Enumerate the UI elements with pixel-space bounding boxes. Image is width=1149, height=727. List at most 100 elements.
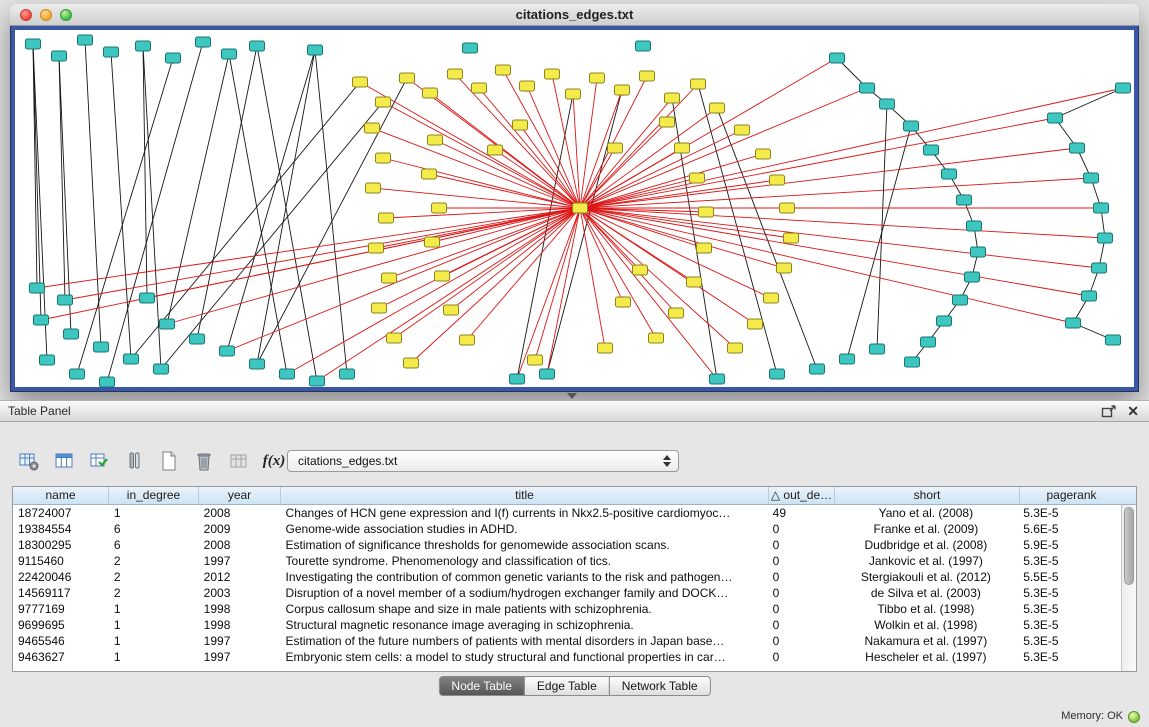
graph-node[interactable] [616,297,631,307]
graph-edge[interactable] [580,178,1091,208]
table-row[interactable]: 1830029562008Estimation of significance … [13,537,1121,553]
column-header-pagerank[interactable]: pagerank [1020,487,1123,504]
graph-node[interactable] [967,221,982,231]
float-panel-icon[interactable] [1101,404,1117,419]
graph-edge[interactable] [257,46,317,381]
graph-node[interactable] [1094,203,1109,213]
graph-node[interactable] [310,376,325,386]
graph-edge[interactable] [85,40,101,347]
graph-node[interactable] [280,369,295,379]
graph-node[interactable] [376,153,391,163]
graph-node[interactable] [432,203,447,213]
graph-node[interactable] [444,305,459,315]
graph-node[interactable] [924,145,939,155]
graph-node[interactable] [1106,335,1121,345]
graph-node[interactable] [665,93,680,103]
graph-node[interactable] [687,277,702,287]
graph-node[interactable] [756,149,771,159]
graph-node[interactable] [423,88,438,98]
table-row[interactable]: 1938455462009Genome-wide association stu… [13,521,1121,537]
graph-node[interactable] [64,329,79,339]
graph-node[interactable] [26,39,41,49]
column-header-indegree[interactable]: in_degree [109,487,199,504]
graph-edge[interactable] [161,102,383,369]
graph-node[interactable] [448,69,463,79]
function-builder-icon[interactable]: f(x) [261,448,287,474]
graph-edge[interactable] [517,208,580,379]
graph-edge[interactable] [372,128,580,208]
delete-table-icon[interactable] [226,448,252,474]
graph-node[interactable] [365,123,380,133]
graph-node[interactable] [770,369,785,379]
graph-node[interactable] [735,125,750,135]
graph-node[interactable] [870,344,885,354]
graph-node[interactable] [649,333,664,343]
graph-edge[interactable] [451,208,580,310]
graph-node[interactable] [860,83,875,93]
graph-edge[interactable] [229,54,287,374]
graph-edge[interactable] [65,208,580,300]
memory-status-indicator[interactable] [1128,711,1140,723]
graph-edge[interactable] [227,50,315,351]
table-row[interactable]: 977716911998Corpus callosum shape and si… [13,601,1121,617]
graph-node[interactable] [957,195,972,205]
graph-node[interactable] [710,374,725,384]
delete-column-icon[interactable] [191,448,217,474]
graph-node[interactable] [308,45,323,55]
graph-node[interactable] [520,81,535,91]
panel-splitter-handle[interactable] [567,393,577,399]
graph-node[interactable] [140,293,155,303]
graph-node[interactable] [675,143,690,153]
graph-node[interactable] [160,319,175,329]
graph-node[interactable] [496,65,511,75]
graph-node[interactable] [1092,263,1107,273]
graph-node[interactable] [660,117,675,127]
graph-node[interactable] [540,369,555,379]
graph-edge[interactable] [547,208,580,374]
import-table-icon[interactable] [86,448,112,474]
graph-node[interactable] [34,315,49,325]
graph-node[interactable] [615,85,630,95]
graph-edge[interactable] [435,140,580,208]
graph-node[interactable] [748,319,763,329]
graph-node[interactable] [780,203,795,213]
table-selector-dropdown[interactable]: citations_edges.txt [287,450,679,472]
graph-edge[interactable] [517,94,573,379]
graph-edge[interactable] [33,44,47,360]
graph-node[interactable] [382,273,397,283]
graph-edge[interactable] [389,208,580,278]
graph-node[interactable] [472,83,487,93]
graph-edge[interactable] [287,208,580,374]
graph-edge[interactable] [535,208,580,360]
column-header-name[interactable]: name [13,487,109,504]
graph-node[interactable] [425,237,440,247]
graph-node[interactable] [699,207,714,217]
graph-node[interactable] [691,79,706,89]
scrollbar-thumb[interactable] [1124,507,1134,585]
graph-canvas[interactable] [15,30,1134,387]
table-panel-header[interactable]: Table Panel ✕ [0,401,1149,422]
graph-edge[interactable] [131,82,360,359]
graph-node[interactable] [488,145,503,155]
graph-node[interactable] [590,73,605,83]
graph-node[interactable] [222,49,237,59]
graph-node[interactable] [636,41,651,51]
graph-node[interactable] [1098,233,1113,243]
graph-node[interactable] [435,271,450,281]
graph-edge[interactable] [580,208,1089,296]
graph-edge[interactable] [580,208,735,348]
graph-node[interactable] [78,35,93,45]
table-row[interactable]: 2242004622012Investigating the contribut… [13,569,1121,585]
graph-node[interactable] [608,143,623,153]
graph-node[interactable] [58,295,73,305]
graph-node[interactable] [573,203,588,213]
graph-node[interactable] [422,169,437,179]
graph-node[interactable] [196,37,211,47]
column-header-outde[interactable]: △ out_de… [769,487,835,504]
graph-node[interactable] [905,357,920,367]
graph-node[interactable] [404,358,419,368]
graph-node[interactable] [921,337,936,347]
graph-node[interactable] [70,369,85,379]
graph-node[interactable] [400,73,415,83]
graph-node[interactable] [640,71,655,81]
